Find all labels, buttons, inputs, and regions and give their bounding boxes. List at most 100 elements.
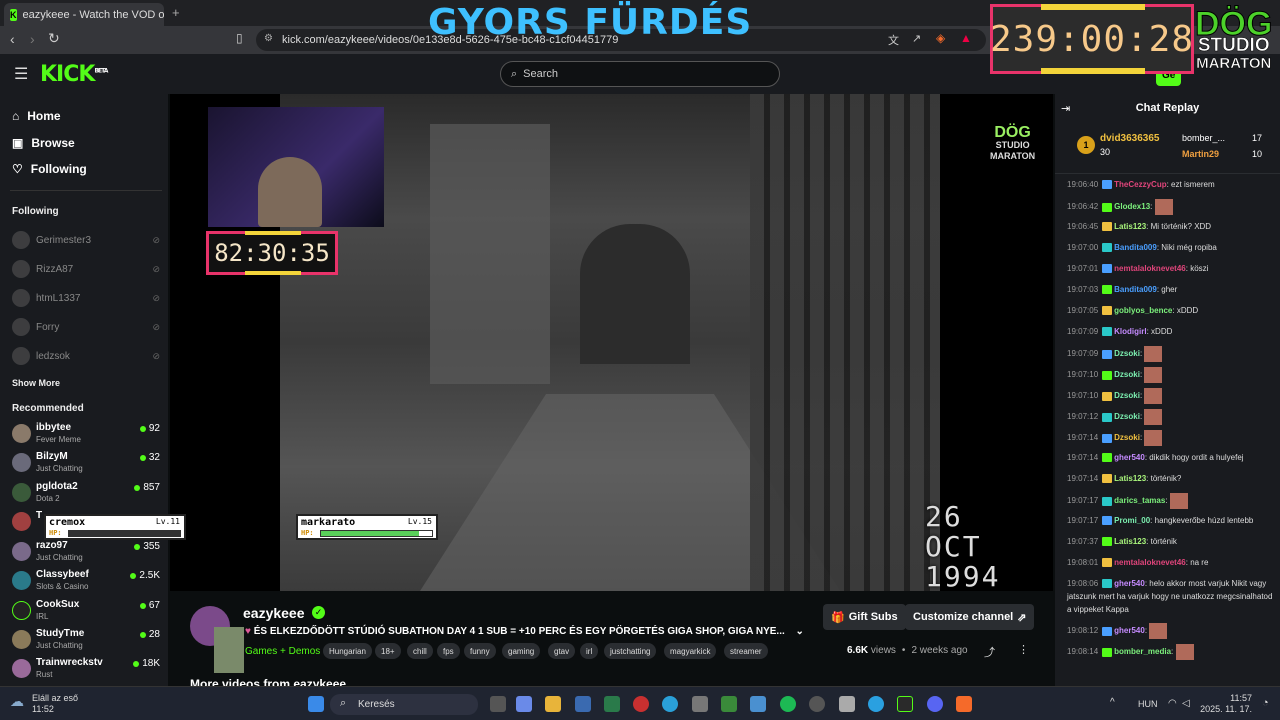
reload-icon[interactable]: ↻ [48,30,60,47]
tag[interactable]: fps [437,643,460,659]
chat-username[interactable]: goblyos_bence [1114,306,1172,315]
xbox-icon[interactable] [721,696,737,712]
tag[interactable]: streamer [724,643,768,659]
tag[interactable]: magyarkick [664,643,717,659]
customize-channel-button[interactable]: Customize channel ⇗ [905,604,1035,630]
back-icon[interactable]: ‹ [10,31,15,47]
bookmark-icon[interactable]: ▯ [236,31,243,45]
chat-username[interactable]: Dzsoki [1114,433,1140,442]
app-icon[interactable] [809,696,825,712]
video-player[interactable]: 26 OCT 1994 82:30:35 DÖG STUDIO MARATON m… [170,94,1053,591]
tag[interactable]: Hungarian [323,643,372,659]
telegram-icon[interactable] [868,696,884,712]
chat-username[interactable]: bomber_media [1114,647,1171,656]
notepad-icon[interactable] [750,696,766,712]
edge-icon[interactable] [662,696,678,712]
share-icon[interactable]: ⤴ [984,644,995,660]
category-link[interactable]: Games + Demos [245,646,320,657]
chat-username[interactable]: gher540 [1114,626,1145,635]
chevron-down-icon[interactable]: ⌄ [796,626,804,637]
recommended-item[interactable]: razo97 Just Chatting 355 [12,539,160,565]
weather-widget[interactable]: ☁ Eláll az eső 11:52 [10,693,78,715]
chat-username[interactable]: Bandita009 [1114,243,1157,252]
chat-username[interactable]: Dzsoki [1114,349,1140,358]
chat-username[interactable]: TheCezzyCup [1114,180,1166,189]
taskbar-search[interactable]: ⌕ Keresés [330,694,478,715]
recommended-item[interactable]: StudyTme Just Chatting 28 [12,627,160,653]
tag[interactable]: 18+ [375,643,401,659]
sidebar-item-following[interactable]: ♡ Following [12,162,87,176]
tag[interactable]: chill [407,643,433,659]
chat-username[interactable]: darics_tamas [1114,496,1165,505]
tag[interactable]: funny [464,643,496,659]
chat-username[interactable]: Glodex13 [1114,202,1150,211]
chat-username[interactable]: Dzsoki [1114,391,1140,400]
chat-username[interactable]: Dzsoki [1114,370,1140,379]
search-input[interactable]: ⌕ Search [500,61,780,87]
recommended-item[interactable]: BilzyM Just Chatting 32 [12,450,160,476]
show-more-link[interactable]: Show More [12,378,60,388]
file-explorer-icon[interactable] [545,696,561,712]
language-indicator[interactable]: HUN [1138,699,1158,709]
leader-name[interactable]: bomber_... [1182,133,1225,143]
channel-name[interactable]: eazykeee [243,605,305,621]
tag[interactable]: justchatting [604,643,657,659]
brave-rewards-icon[interactable]: ▲ [960,31,972,45]
chat-username[interactable]: Latis123 [1114,474,1146,483]
app-icon[interactable] [633,696,649,712]
gift-subs-button[interactable]: 🎁 Gift Subs [823,604,906,630]
kick-logo[interactable]: KICKBETA [40,62,108,87]
taskbar-clock[interactable]: 11:57 2025. 11. 17. [1200,693,1252,715]
recommended-item[interactable]: Trainwreckstv Rust 18K [12,656,160,682]
copilot-icon[interactable] [516,696,532,712]
recommended-item[interactable]: Classybeef Slots & Casino 2.5K [12,568,160,594]
volume-icon[interactable]: ◁ [1182,698,1190,709]
following-item[interactable]: htmL1337 ⊘ [12,289,160,307]
more-options-icon[interactable]: ⋮ [1018,643,1029,656]
chat-username[interactable]: Latis123 [1114,222,1146,231]
new-tab-icon[interactable]: + [172,5,180,20]
network-icon[interactable]: ◠ [1168,698,1177,709]
calculator-icon[interactable] [839,696,855,712]
recommended-item[interactable]: pgldota2 Dota 2 857 [12,480,160,506]
leader-name[interactable]: dvid3636365 [1100,133,1160,144]
chat-username[interactable]: nemtalaloknevet46 [1114,558,1186,567]
tray-expand-icon[interactable]: ^ [1110,697,1115,708]
browser-tab[interactable]: K eazykeee - Watch the VOD o × [4,3,164,26]
excel-icon[interactable] [604,696,620,712]
tag[interactable]: gtav [548,643,576,659]
leader-name[interactable]: Martin29 [1182,149,1219,159]
menu-icon[interactable]: ☰ [14,64,28,84]
brave-icon[interactable] [956,696,972,712]
following-item[interactable]: RizzA87 ⊘ [12,260,160,278]
chat-username[interactable]: Promi_00 [1114,516,1150,525]
notifications-icon[interactable]: ◔ [1262,697,1269,709]
recommended-item[interactable]: ibbytee Fever Meme 92 [12,421,160,447]
settings-icon[interactable] [692,696,708,712]
forward-icon[interactable]: › [30,31,35,47]
recommended-item[interactable]: CookSux IRL 67 [12,598,160,624]
site-info-icon[interactable]: ⚙ [264,33,273,44]
brave-shield-icon[interactable]: ◈ [936,31,945,45]
translate-icon[interactable]: 文 [888,32,899,48]
share-icon[interactable]: ↗ [912,32,921,45]
following-item[interactable]: Forry ⊘ [12,318,160,336]
chat-username[interactable]: Bandita009 [1114,285,1157,294]
following-item[interactable]: ledzsok ⊘ [12,347,160,365]
tag[interactable]: irl [580,643,599,659]
chat-username[interactable]: Klodigirl [1114,327,1146,336]
chat-username[interactable]: nemtalaloknevet46 [1114,264,1186,273]
tag[interactable]: gaming [502,643,541,659]
task-view-icon[interactable] [490,696,506,712]
sidebar-item-browse[interactable]: ▣ Browse [12,136,75,150]
app-icon[interactable] [897,696,913,712]
chat-username[interactable]: gher540 [1114,579,1145,588]
store-icon[interactable] [575,696,591,712]
chat-username[interactable]: Dzsoki [1114,412,1140,421]
start-icon[interactable] [308,696,324,712]
discord-icon[interactable] [927,696,943,712]
chat-username[interactable]: Latis123 [1114,537,1146,546]
chat-username[interactable]: gher540 [1114,453,1145,462]
sidebar-item-home[interactable]: ⌂ Home [12,109,61,123]
following-item[interactable]: Gerimester3 ⊘ [12,231,160,249]
